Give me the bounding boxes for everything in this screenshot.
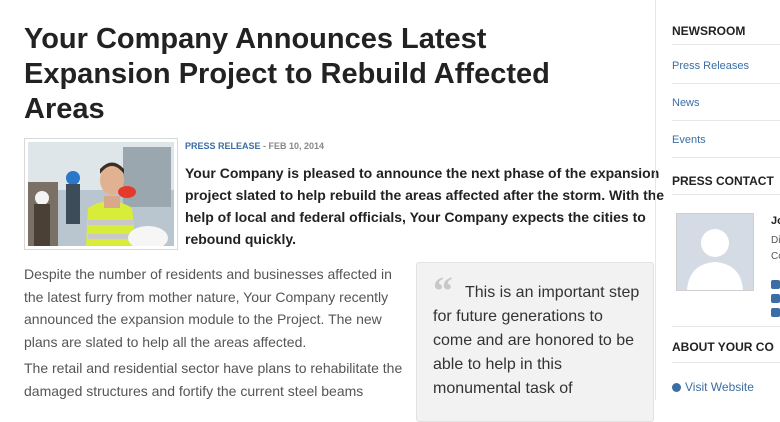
sidebar: NEWSROOM Press Releases News Events PRES… xyxy=(655,0,780,400)
article-paragraph: The retail and residential sector have p… xyxy=(24,360,403,399)
visit-website-label: Visit Website xyxy=(685,380,754,394)
divider xyxy=(672,44,780,45)
contact-title: Di xyxy=(771,235,780,246)
contact-name: Jo xyxy=(771,215,780,227)
divider xyxy=(672,157,780,158)
divider xyxy=(672,326,780,327)
sidebar-link-press-releases[interactable]: Press Releases xyxy=(672,60,749,72)
visit-website-link[interactable]: Visit Website xyxy=(672,380,754,394)
divider xyxy=(672,83,780,84)
pull-quote: “ This is an important step for future g… xyxy=(416,262,654,422)
about-heading: ABOUT YOUR CO xyxy=(672,340,774,354)
sidebar-link-news[interactable]: News xyxy=(672,97,700,109)
article-lead: Your Company is pleased to announce the … xyxy=(185,165,665,247)
article-title: Your Company Announces Latest Expansion … xyxy=(24,23,550,125)
press-contact-heading: PRESS CONTACT xyxy=(672,174,774,188)
article-photo xyxy=(24,138,178,250)
article-meta: PRESS RELEASE - FEB 10, 2014 xyxy=(185,141,324,151)
twitter-icon[interactable] xyxy=(771,294,780,303)
divider xyxy=(672,194,780,195)
globe-icon xyxy=(672,383,681,392)
email-icon[interactable] xyxy=(771,280,780,289)
article-paragraph: Despite the number of residents and busi… xyxy=(24,266,392,350)
linkedin-icon[interactable] xyxy=(771,308,780,317)
newsroom-heading: NEWSROOM xyxy=(672,24,746,38)
avatar-placeholder-icon xyxy=(676,213,754,291)
divider xyxy=(672,120,780,121)
quote-text: This is an important step for future gen… xyxy=(433,284,640,397)
article-date: - FEB 10, 2014 xyxy=(260,141,325,151)
article-category[interactable]: PRESS RELEASE xyxy=(185,141,261,151)
sidebar-link-events[interactable]: Events xyxy=(672,134,706,146)
contact-company: Co xyxy=(771,251,780,262)
divider xyxy=(672,362,780,363)
